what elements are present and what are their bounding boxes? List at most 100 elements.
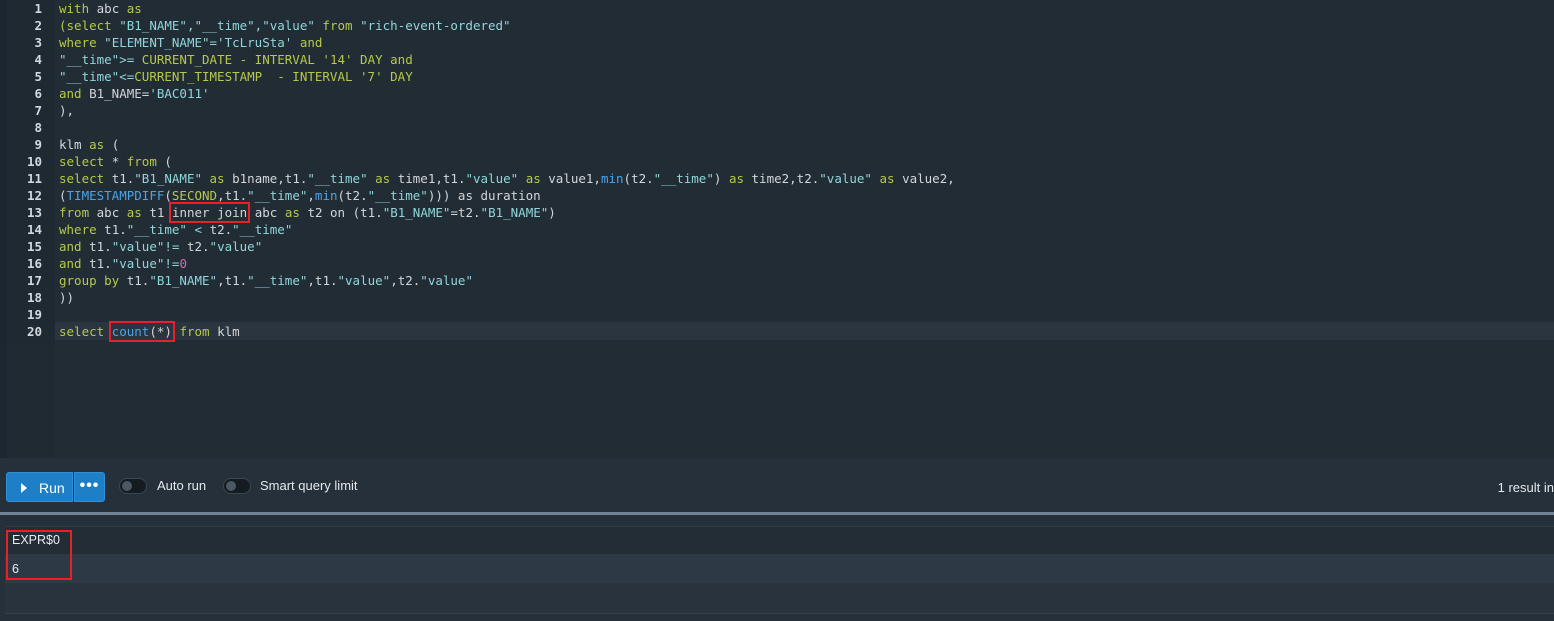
token: t1. (89, 256, 112, 271)
token: as (209, 171, 225, 186)
line-number: 20 (26, 324, 42, 339)
token: ) (713, 171, 722, 186)
play-icon (21, 483, 27, 493)
table-row (5, 554, 1554, 583)
code-line-4: "__time">= CURRENT_DATE - INTERVAL '14' … (59, 51, 413, 68)
token: ,t1. (217, 188, 248, 203)
token: b1name,t1. (232, 171, 308, 186)
token: select (59, 324, 105, 339)
token: ( (59, 188, 67, 203)
token: ( (164, 188, 172, 203)
code-line-6: and B1_NAME='BAC011' (59, 85, 210, 102)
token: "__time" (367, 188, 428, 203)
code-line-13: from abc as t1 inner join abc as t2 on (… (59, 202, 556, 223)
results-footer (5, 583, 1554, 614)
result-highlight-box (6, 530, 72, 580)
token: t1. (104, 222, 127, 237)
token: , (307, 188, 315, 203)
token: (t2. (337, 188, 368, 203)
token: from (179, 324, 210, 339)
token: klm (217, 324, 240, 339)
code-line-20: select count(*) from klm (59, 321, 240, 342)
token: "B1_NAME" (134, 171, 202, 186)
line-number-gutter-empty (7, 345, 55, 458)
run-button[interactable]: Run (6, 472, 73, 502)
code-line-2: (select "B1_NAME","__time","value" from … (59, 17, 511, 34)
token: t2. (186, 239, 210, 254)
token: (t2. (623, 171, 654, 186)
token: and (299, 35, 323, 50)
token: as (879, 171, 895, 186)
token: (*) (149, 324, 172, 339)
token: 0 (179, 256, 187, 271)
result-info: 1 result in (1497, 480, 1554, 495)
line-number: 5 (34, 69, 42, 84)
token: * (111, 154, 120, 169)
code-line-9: klm as ( (59, 136, 119, 153)
highlighted-inner-join: inner join (168, 202, 251, 223)
token: value2, (902, 171, 955, 186)
code-line-5: "__time"<=CURRENT_TIMESTAMP - INTERVAL '… (59, 68, 413, 85)
token: SECOND (171, 188, 218, 203)
code-line-18: )) (59, 290, 75, 305)
token: "value" (465, 171, 519, 186)
token: t1 (149, 205, 165, 220)
token: abc (96, 205, 120, 220)
token: "__time"<= (59, 69, 135, 84)
token: ,t1. (217, 273, 248, 288)
token: =t2. (450, 205, 481, 220)
smart-query-limit-toggle[interactable] (223, 478, 251, 494)
token: t2. (209, 222, 233, 237)
code-line-14: where t1."__time" < t2."__time" (59, 221, 292, 238)
token: as (728, 171, 744, 186)
token: group by (59, 273, 120, 288)
token: min (600, 171, 624, 186)
token: "__time" (307, 171, 368, 186)
line-number: 9 (34, 137, 42, 152)
line-number: 6 (34, 86, 42, 101)
token: as (126, 205, 142, 220)
token: "__time" (126, 222, 187, 237)
token: count (111, 324, 150, 339)
line-number: 16 (26, 256, 42, 271)
token: "__time" (247, 273, 308, 288)
run-button-label: Run (39, 480, 65, 496)
line-number: 17 (26, 273, 42, 288)
smart-query-limit-label: Smart query limit (260, 478, 358, 493)
auto-run-toggle[interactable] (119, 478, 147, 494)
token: where (59, 222, 97, 237)
token: time2,t2. (751, 171, 820, 186)
token: CURRENT_DATE - INTERVAL '14' DAY and (141, 52, 413, 67)
token: "__time">= (59, 52, 135, 67)
token: value1, (548, 171, 601, 186)
token: != (164, 239, 180, 254)
token: "value" (111, 256, 165, 271)
line-number: 1 (34, 1, 42, 16)
token: CURRENT_TIMESTAMP - INTERVAL '7' DAY (134, 69, 413, 84)
token: "__time" (247, 188, 308, 203)
toggle-knob (122, 481, 132, 491)
token: ))) as duration (427, 188, 541, 203)
token: B1_NAME= (89, 86, 150, 101)
token: ,t2. (390, 273, 421, 288)
token: as (525, 171, 541, 186)
line-number: 19 (26, 307, 42, 322)
query-editor[interactable]: 1 2 3 4 5 6 7 8 9 10 11 12 13 14 15 16 1… (0, 0, 1554, 458)
token: t1. (111, 171, 135, 186)
token: from (59, 205, 90, 220)
line-number: 8 (34, 120, 42, 135)
token: "B1_NAME" (149, 273, 218, 288)
line-number: 18 (26, 290, 42, 305)
token: TIMESTAMPDIFF (66, 188, 165, 203)
token: "__time" (232, 222, 293, 237)
results-header-row (5, 526, 1554, 555)
line-number: 4 (34, 52, 42, 67)
token: ,t1. (307, 273, 338, 288)
token: != (164, 256, 180, 271)
token: from (322, 18, 353, 33)
auto-run-label: Auto run (157, 478, 207, 493)
token: t1. (126, 273, 150, 288)
more-options-button[interactable]: ••• (74, 472, 105, 502)
code-line-10: select * from ( (59, 153, 172, 170)
token: abc (254, 205, 278, 220)
